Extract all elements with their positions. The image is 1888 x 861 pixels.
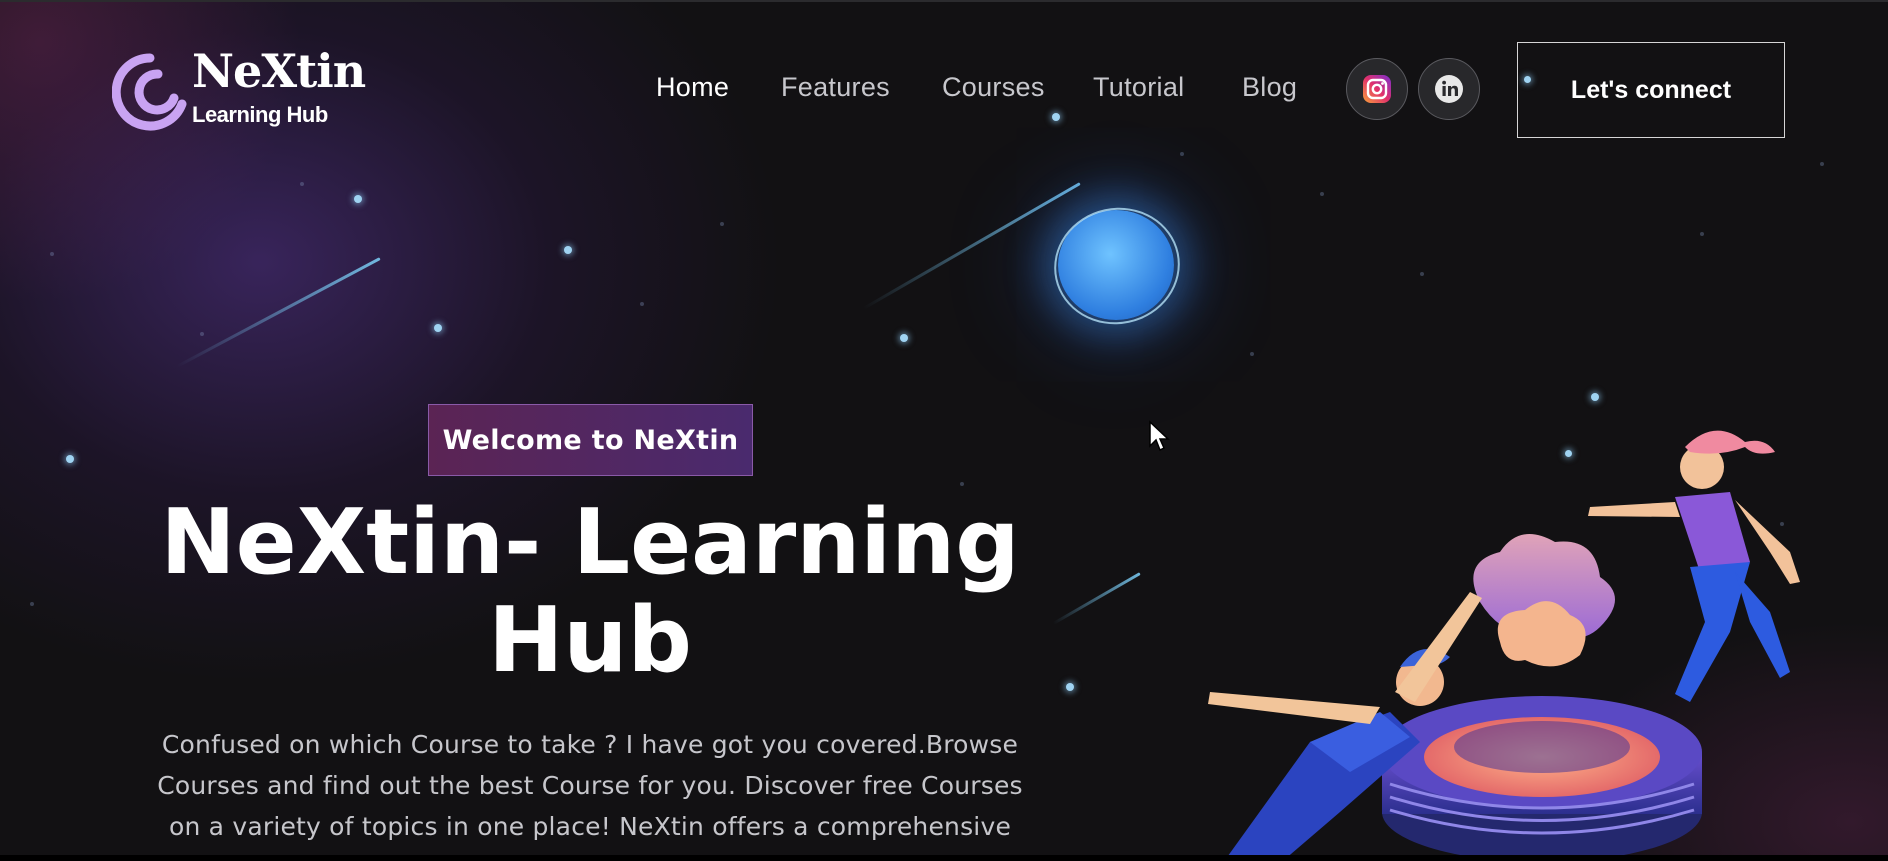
- nav-courses[interactable]: Courses: [942, 72, 1045, 103]
- hero-description: Confused on which Course to take ? I hav…: [100, 724, 1080, 847]
- hero-title-line: NeXtin- Learning: [160, 490, 1020, 595]
- star-decoration: [900, 334, 908, 342]
- star-decoration: [1066, 683, 1074, 691]
- dust-decoration: [960, 482, 964, 486]
- dust-decoration: [1320, 192, 1324, 196]
- dust-decoration: [1180, 152, 1184, 156]
- shooting-star-decoration: [176, 257, 381, 368]
- mouse-cursor-icon: [1149, 420, 1170, 452]
- lets-connect-button[interactable]: Let's connect: [1517, 42, 1785, 138]
- star-decoration: [354, 195, 362, 203]
- hero-page: NeXtin Learning Hub Home Features Course…: [0, 0, 1888, 861]
- star-decoration: [66, 455, 74, 463]
- star-decoration: [1591, 393, 1599, 401]
- dust-decoration: [300, 182, 304, 186]
- instagram-button[interactable]: [1346, 58, 1408, 120]
- dust-decoration: [50, 252, 54, 256]
- linkedin-icon: [1435, 75, 1463, 103]
- dust-decoration: [200, 332, 204, 336]
- welcome-badge: Welcome to NeXtin: [428, 404, 753, 476]
- star-decoration: [1052, 113, 1060, 121]
- dust-decoration: [1700, 232, 1704, 236]
- hero-illustration: [1208, 430, 1800, 861]
- dust-decoration: [1420, 272, 1424, 276]
- dust-decoration: [1250, 352, 1254, 356]
- dust-decoration: [640, 302, 644, 306]
- bottom-edge: [0, 855, 1888, 861]
- hero-title: NeXtin- Learning Hub: [140, 494, 1040, 690]
- brand-name: NeXtin: [192, 44, 366, 98]
- nav-features[interactable]: Features: [781, 72, 890, 103]
- dust-decoration: [30, 602, 34, 606]
- nav-blog[interactable]: Blog: [1242, 72, 1297, 103]
- planet-ring-decoration: [1043, 196, 1191, 336]
- nav-tutorial[interactable]: Tutorial: [1093, 72, 1184, 103]
- hero-description-line: Courses and find out the best Course for…: [157, 771, 1023, 800]
- linkedin-button[interactable]: [1418, 58, 1480, 120]
- hero-description-line: Confused on which Course to take ? I hav…: [161, 730, 1019, 759]
- shooting-star-decoration: [862, 182, 1081, 310]
- instagram-icon: [1363, 75, 1391, 103]
- dust-decoration: [720, 222, 724, 226]
- logo-mark-icon: [112, 53, 187, 131]
- brand-subtitle: Learning Hub: [192, 102, 328, 127]
- nav-home[interactable]: Home: [656, 72, 729, 103]
- star-decoration: [434, 324, 442, 332]
- brand-logo[interactable]: NeXtin Learning Hub: [112, 44, 372, 136]
- dust-decoration: [1820, 162, 1824, 166]
- hero-title-line: Hub: [488, 588, 692, 693]
- star-decoration: [564, 246, 572, 254]
- hero-description-line: on a variety of topics in one place! NeX…: [168, 812, 1012, 841]
